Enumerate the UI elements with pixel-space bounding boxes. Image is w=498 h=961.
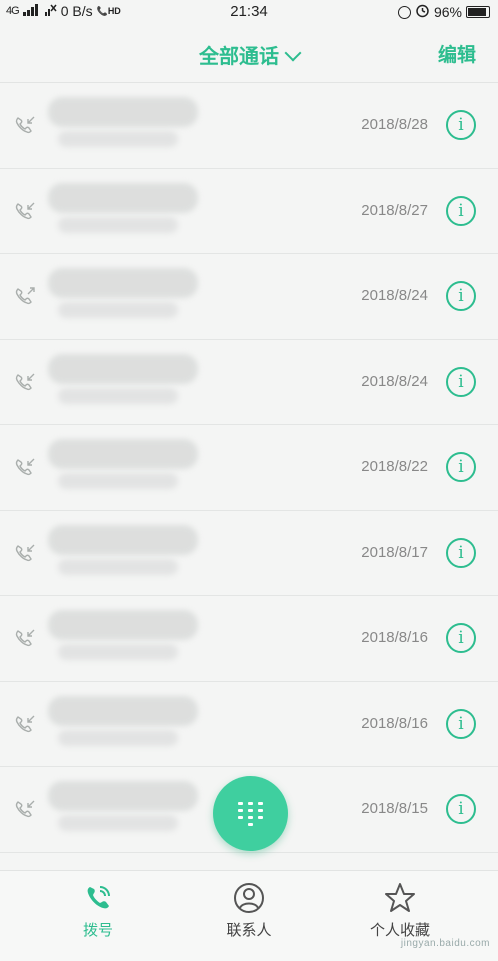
redacted-contact-name: [48, 97, 198, 127]
redacted-contact-detail: [58, 302, 178, 318]
incoming-call-icon: [14, 799, 36, 819]
phone-icon: [87, 886, 110, 909]
watermark: jingyan.baidu.com: [400, 938, 490, 949]
redacted-contact-detail: [58, 473, 178, 489]
call-date: 2018/8/27: [361, 201, 428, 219]
redacted-contact-detail: [58, 387, 178, 404]
incoming-call-icon: [14, 372, 36, 392]
lock-rotation-icon: [397, 5, 411, 19]
call-log-row[interactable]: 2018/8/16 i: [0, 682, 498, 767]
info-icon[interactable]: i: [446, 537, 476, 568]
tab-contacts[interactable]: 联系人: [189, 881, 309, 940]
tab-label: 拨号: [82, 922, 113, 939]
outgoing-call-icon: [14, 286, 36, 306]
call-log-row[interactable]: 2018/8/28 i: [0, 83, 498, 169]
battery-percent: 96%: [433, 4, 462, 20]
redacted-contact-detail: [58, 729, 178, 746]
info-icon[interactable]: i: [446, 195, 476, 226]
call-log-row[interactable]: 2018/8/24 i: [0, 254, 498, 340]
redacted-contact-detail: [58, 815, 178, 831]
tab-label: 联系人: [226, 922, 272, 939]
tab-favorites[interactable]: 个人收藏: [340, 881, 460, 940]
info-icon[interactable]: i: [446, 281, 476, 311]
call-log-row[interactable]: 2018/8/27 i: [0, 169, 498, 254]
tab-label: 个人收藏: [369, 922, 430, 939]
star-icon: [385, 883, 415, 912]
redacted-contact-name: [48, 524, 198, 555]
dialpad-button[interactable]: [213, 776, 288, 851]
redacted-contact-name: [48, 781, 198, 811]
person-icon: [234, 883, 264, 913]
dialpad-icon: [238, 801, 263, 826]
incoming-call-icon: [14, 543, 36, 563]
redacted-contact-name: [48, 695, 198, 726]
call-log-list: 2018/8/28 i 2018/8/27 i 2018/8/24 i 2018/8/24 i…: [0, 83, 498, 853]
info-icon[interactable]: i: [446, 366, 476, 397]
call-date: 2018/8/16: [361, 629, 428, 646]
battery-icon: [466, 6, 490, 18]
redacted-contact-name: [48, 268, 198, 298]
redacted-contact-detail: [58, 644, 178, 660]
call-filter-dropdown[interactable]: 全部通话: [0, 40, 498, 69]
call-log-row[interactable]: 2018/8/24 i: [0, 340, 498, 425]
info-icon[interactable]: i: [446, 452, 476, 482]
call-date: 2018/8/28: [361, 116, 428, 133]
call-log-row[interactable]: 2018/8/17 i: [0, 511, 498, 596]
redacted-contact-detail: [58, 558, 178, 575]
call-log-row[interactable]: 2018/8/16 i: [0, 596, 498, 682]
redacted-contact-name: [48, 610, 198, 640]
call-date: 2018/8/24: [361, 372, 428, 390]
call-date: 2018/8/15: [361, 800, 428, 817]
redacted-contact-detail: [58, 131, 178, 147]
info-icon[interactable]: i: [446, 110, 476, 140]
alarm-icon: [415, 3, 430, 21]
redacted-contact-name: [48, 182, 198, 213]
edit-button[interactable]: 编辑: [438, 40, 476, 67]
call-date: 2018/8/24: [361, 287, 428, 304]
header: 全部通话 编辑: [0, 24, 498, 83]
tab-dial[interactable]: 拨号: [38, 881, 158, 940]
redacted-contact-name: [48, 353, 198, 384]
status-bar: 4G 0 B/s 📞HD 21:34 96%: [0, 0, 498, 24]
incoming-call-icon: [14, 201, 36, 221]
redacted-contact-detail: [58, 216, 178, 233]
battery-fill: [468, 8, 487, 16]
call-date: 2018/8/17: [361, 543, 428, 561]
incoming-call-icon: [14, 628, 36, 648]
info-icon[interactable]: i: [446, 794, 476, 824]
status-right: 96%: [397, 3, 490, 21]
chevron-down-icon: [284, 44, 302, 62]
incoming-call-icon: [14, 115, 36, 135]
info-icon[interactable]: i: [446, 623, 476, 653]
page-title: 全部通话: [199, 46, 279, 68]
info-icon[interactable]: i: [446, 708, 476, 739]
call-date: 2018/8/22: [361, 458, 428, 475]
incoming-call-icon: [14, 714, 36, 734]
call-date: 2018/8/16: [361, 714, 428, 732]
redacted-contact-name: [48, 439, 198, 469]
partial-list-item: [0, 849, 498, 871]
incoming-call-icon: [14, 457, 36, 477]
call-log-row[interactable]: 2018/8/22 i: [0, 425, 498, 511]
